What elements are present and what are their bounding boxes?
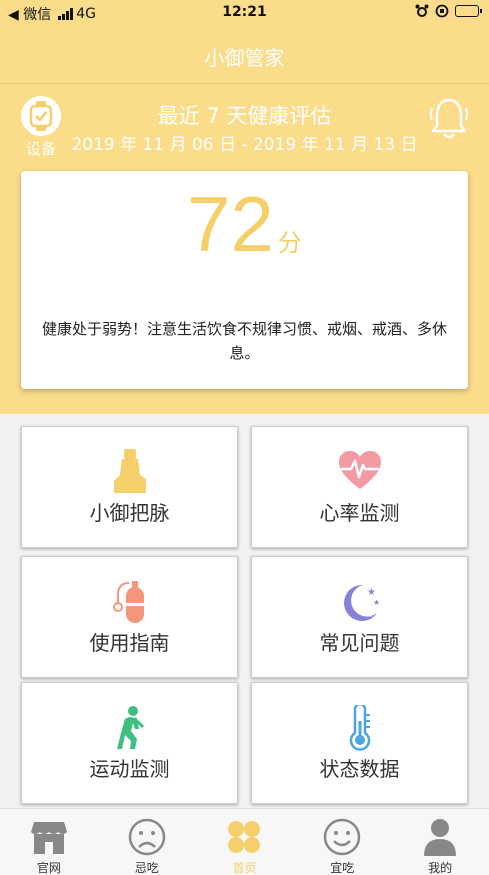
tile-label: 常见问题 [319, 631, 400, 655]
svg-text:★: ★ [361, 602, 368, 611]
tab-label: 我的 [428, 861, 453, 875]
tile-label: 使用指南 [89, 631, 170, 655]
battery-icon [455, 5, 482, 17]
moon-stars-icon: ★ ★ ★ ★ [343, 584, 380, 621]
tab-official-site[interactable]: 官网 [0, 809, 98, 875]
store-icon [30, 822, 67, 854]
tile-faq[interactable]: ★ ★ ★ ★ 常见问题 [251, 556, 468, 678]
person-icon [424, 819, 457, 856]
svg-text:★: ★ [367, 611, 373, 619]
status-bar: ◀ 微信 4G 12:21 [0, 0, 489, 26]
tile-heart-rate[interactable]: 心率监测 [251, 426, 468, 548]
tab-avoid-food[interactable]: 忌吃 [98, 809, 196, 875]
tab-mine[interactable]: 我的 [391, 809, 489, 875]
health-header: 设备 最近 7 天健康评估 2019 年 11 月 06 日 - 2019 年 … [0, 84, 489, 414]
health-score: 72 分 [21, 179, 468, 270]
walking-person-icon [116, 706, 144, 749]
tab-home[interactable]: 首页 [196, 809, 294, 875]
tab-label: 官网 [36, 861, 61, 875]
score-value: 72 [187, 180, 274, 268]
tile-label: 运动监测 [89, 757, 170, 781]
bell-icon [430, 98, 468, 139]
alarm-icon [415, 4, 429, 17]
svg-text:★: ★ [373, 598, 380, 607]
evaluation-title: 最近 7 天健康评估 [157, 104, 332, 128]
tile-label: 小御把脉 [89, 501, 170, 525]
evaluation-date-range: 2019 年 11 月 06 日 - 2019 年 11 月 13 日 [71, 135, 418, 155]
tab-suitable-food[interactable]: 宜吃 [293, 809, 391, 875]
svg-text:★: ★ [367, 587, 376, 598]
tab-label: 首页 [232, 861, 257, 875]
nav-bar: 小御管家 [0, 26, 489, 84]
page-title: 小御管家 [204, 46, 285, 70]
score-unit: 分 [277, 229, 302, 257]
heart-rate-icon [338, 451, 381, 489]
tab-label: 忌吃 [134, 861, 159, 875]
happy-face-icon [324, 818, 361, 856]
pulse-hand-icon [113, 449, 146, 493]
guide-device-icon [112, 581, 144, 623]
tile-status-data[interactable]: 状态数据 [251, 682, 468, 804]
tab-bar: 官网 忌吃 首页 宜吃 我的 [0, 808, 489, 875]
thermometer-icon [349, 705, 370, 751]
tile-label: 状态数据 [319, 757, 400, 781]
tile-guide[interactable]: 使用指南 [21, 556, 238, 678]
tile-pulse[interactable]: 小御把脉 [21, 426, 238, 548]
status-right [415, 4, 482, 18]
score-card: 72 分 健康处于弱势！注意生活饮食不规律习惯、戒烟、戒酒、多休息。 [21, 171, 468, 389]
tab-label: 宜吃 [330, 861, 355, 875]
sad-face-icon [128, 818, 165, 856]
rotation-lock-icon [435, 4, 449, 18]
notification-bell-button[interactable] [429, 96, 469, 140]
tile-label: 心率监测 [319, 501, 400, 525]
health-advice: 健康处于弱势！注意生活饮食不规律习惯、戒烟、戒酒、多休息。 [41, 320, 447, 362]
tile-exercise[interactable]: 运动监测 [21, 682, 238, 804]
clover-icon [228, 821, 261, 853]
